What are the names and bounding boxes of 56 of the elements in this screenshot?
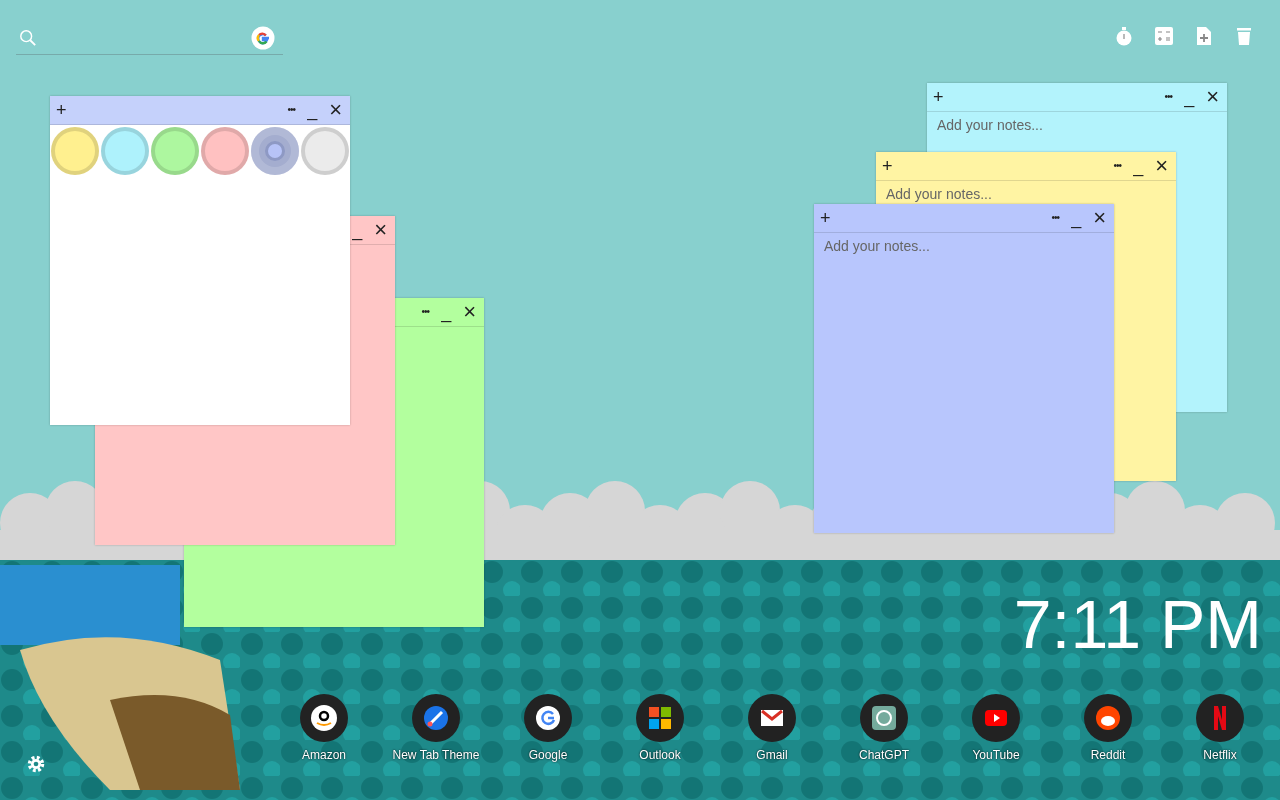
close-button[interactable]: × [1206, 87, 1219, 107]
knot-icon [860, 694, 908, 742]
search-icon [19, 29, 37, 47]
close-button[interactable]: × [329, 100, 342, 120]
close-button[interactable]: × [374, 220, 387, 240]
add-note-button[interactable]: + [933, 87, 944, 107]
shortcut-link[interactable]: New Tab Theme [380, 694, 492, 762]
close-button[interactable]: × [1155, 156, 1168, 176]
shortcut-link[interactable]: ChatGPT [828, 694, 940, 762]
minimize-button[interactable]: _ [307, 100, 318, 120]
add-note-button[interactable]: + [56, 100, 67, 120]
shortcut-link[interactable]: Reddit [1052, 694, 1164, 762]
play-icon [972, 694, 1020, 742]
minimize-button[interactable]: _ [352, 220, 363, 240]
add-note-button[interactable]: + [882, 156, 893, 176]
settings-icon[interactable] [25, 753, 47, 775]
shortcut-link[interactable]: Google [492, 694, 604, 762]
minimize-button[interactable]: _ [1184, 87, 1195, 107]
shortcut-link[interactable]: Netflix [1164, 694, 1276, 762]
add-note-button[interactable]: + [820, 208, 831, 228]
shortcut-link[interactable]: Gmail [716, 694, 828, 762]
color-swatch[interactable] [151, 127, 199, 175]
clock-time: 7:11 PM [1013, 585, 1262, 663]
reddit-icon [1084, 694, 1132, 742]
amazon-icon [300, 694, 348, 742]
google-icon [524, 694, 572, 742]
shortcut-link[interactable]: Amazon [268, 694, 380, 762]
trash-icon[interactable] [1234, 26, 1254, 46]
close-button[interactable]: × [463, 302, 476, 322]
brush-icon [412, 694, 460, 742]
minimize-button[interactable]: _ [1133, 156, 1144, 176]
more-button[interactable]: ••• [1051, 208, 1060, 228]
color-swatch[interactable] [101, 127, 149, 175]
shortcut-link[interactable]: YouTube [940, 694, 1052, 762]
windows-icon [636, 694, 684, 742]
close-button[interactable]: × [1093, 208, 1106, 228]
more-button[interactable]: ••• [1164, 87, 1173, 107]
google-icon[interactable] [251, 26, 275, 50]
mail-icon [748, 694, 796, 742]
more-button[interactable]: ••• [421, 302, 430, 322]
note-placeholder[interactable]: Add your notes... [937, 117, 1043, 133]
calculator-icon[interactable] [1154, 26, 1174, 46]
note-placeholder[interactable]: Add your notes... [824, 238, 930, 254]
netflix-icon [1196, 694, 1244, 742]
color-swatch[interactable] [301, 127, 349, 175]
color-swatch[interactable] [51, 127, 99, 175]
shortcut-link[interactable]: Outlook [604, 694, 716, 762]
add-file-icon[interactable] [1194, 26, 1214, 46]
stopwatch-icon[interactable] [1114, 26, 1134, 46]
color-swatch[interactable] [251, 127, 299, 175]
more-button[interactable]: ••• [1113, 156, 1122, 176]
more-button[interactable]: ••• [287, 100, 296, 120]
minimize-button[interactable]: _ [1071, 208, 1082, 228]
minimize-button[interactable]: _ [441, 302, 452, 322]
note-placeholder[interactable]: Add your notes... [886, 186, 992, 202]
color-swatch[interactable] [201, 127, 249, 175]
